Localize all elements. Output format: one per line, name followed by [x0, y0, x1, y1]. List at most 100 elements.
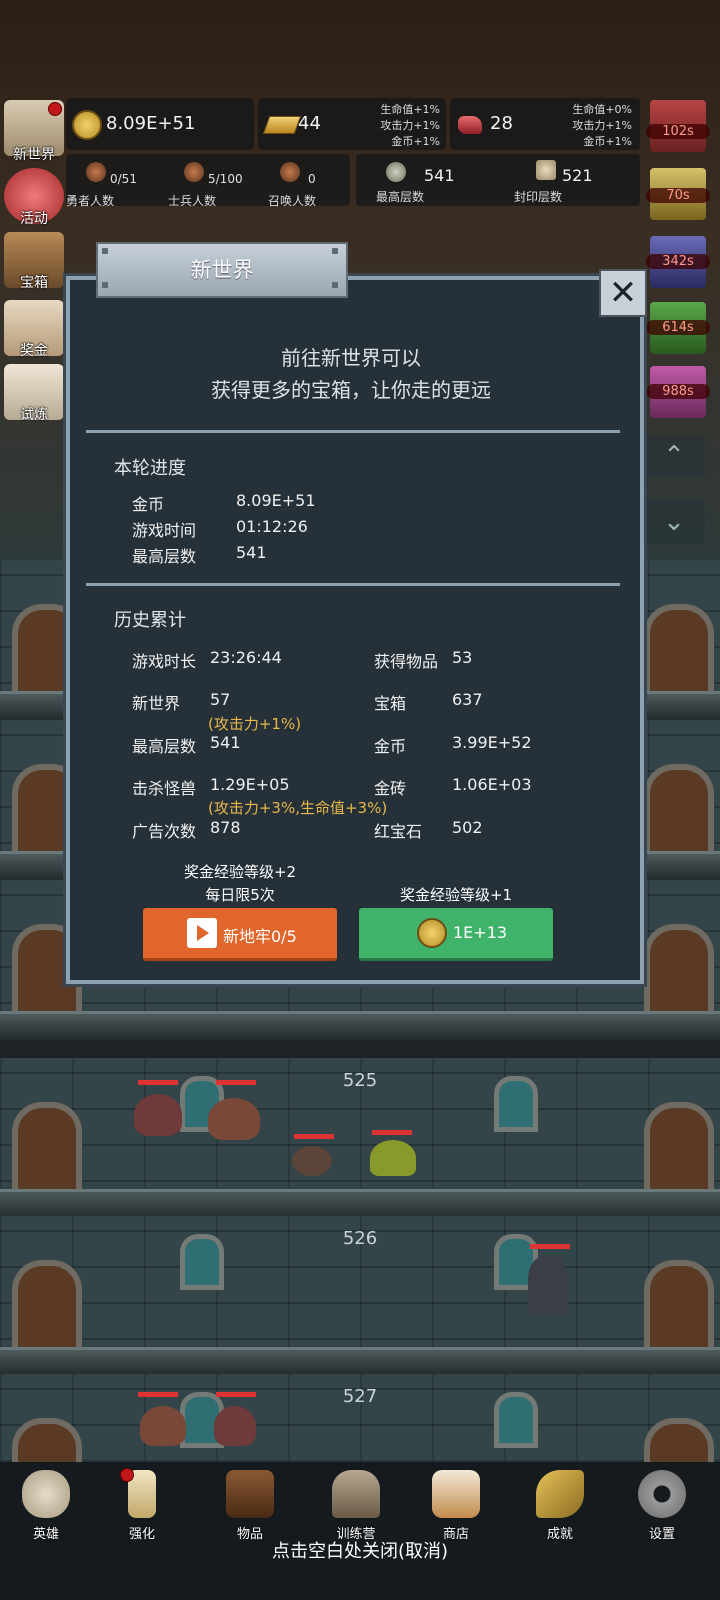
scroll-icon: [536, 160, 556, 180]
tap-to-close-hint[interactable]: 点击空白处关闭(取消): [0, 1537, 720, 1563]
floor-stats-panel: 541 最高层数 521 封印层数: [356, 154, 640, 206]
gold-panel: 8.09E+51: [66, 98, 254, 150]
spider-enemy[interactable]: [292, 1146, 332, 1176]
nav-training[interactable]: 训练营: [314, 1466, 394, 1542]
buff-timer: 614s: [646, 320, 710, 335]
history-ruby-value: 502: [452, 818, 483, 837]
max-floor-value: 541: [424, 166, 455, 185]
current-gold-value: 8.09E+51: [236, 491, 316, 510]
newworld-value: 57: [210, 690, 231, 709]
close-icon: ✕: [608, 273, 638, 313]
summon-count: 0: [308, 172, 316, 186]
nav-settings[interactable]: 设置: [620, 1466, 700, 1542]
video-play-icon: [187, 918, 217, 948]
notification-dot: [120, 1468, 134, 1482]
watch-video-new-dungeon-button[interactable]: 新地牢0/5: [143, 908, 337, 961]
chest-value: 637: [452, 690, 483, 709]
ledge: [0, 1189, 720, 1218]
summon-icon: [280, 162, 300, 182]
sealed-floor-label: 封印层数: [514, 190, 563, 204]
window: [494, 1076, 538, 1132]
ruby-value: 28: [490, 113, 513, 134]
rivet: [332, 248, 338, 254]
dialog-title: 新世界: [96, 242, 348, 298]
door: [644, 764, 714, 854]
maxfloor-label: 最高层数: [132, 737, 197, 756]
heroes-label: 勇者人数: [66, 194, 115, 208]
nav-achievements[interactable]: 成就: [518, 1466, 598, 1542]
ruby-icon: [458, 116, 482, 134]
video-button-label: 新地牢0/5: [223, 927, 297, 946]
bat-enemy[interactable]: [214, 1406, 256, 1446]
bat-enemy[interactable]: [208, 1098, 260, 1140]
floor-number: 525: [342, 1070, 378, 1091]
ads-value: 878: [210, 818, 241, 837]
ruby-bonus: 生命值+0% 攻击力+1% 金币+1%: [546, 102, 632, 150]
key-icon: [536, 1470, 584, 1518]
notification-dot: [48, 102, 62, 116]
enemy-hp-bar: [138, 1392, 178, 1397]
buff-timer: 342s: [646, 254, 710, 269]
bat-enemy[interactable]: [140, 1406, 186, 1446]
daily-limit-text: 每日限5次: [205, 886, 275, 904]
video-bonus-text: 奖金经验等级+2: [183, 863, 297, 881]
kills-note: (攻击力+3%,生命值+3%): [208, 799, 388, 817]
door: [12, 1102, 82, 1192]
door: [644, 1102, 714, 1192]
soldiers-label: 士兵人数: [168, 194, 217, 208]
left-menu-label: 宝箱: [20, 275, 48, 291]
enemy-hp-bar: [138, 1080, 178, 1085]
max-floor-label: 最高层数: [376, 190, 425, 204]
current-floor-value: 541: [236, 543, 267, 562]
bonus-line: 攻击力+1%: [572, 119, 632, 132]
door: [644, 924, 714, 1014]
coin-new-world-button[interactable]: 1E+13: [359, 908, 553, 961]
nav-heroes[interactable]: 英雄: [4, 1466, 84, 1542]
left-menu-label: 新世界: [13, 147, 55, 163]
book-icon: [226, 1470, 274, 1518]
history-gold-value: 3.99E+52: [452, 733, 532, 752]
lantern-icon: [332, 1470, 380, 1518]
items-value: 53: [452, 648, 473, 667]
scroll-up-button[interactable]: ⌃: [643, 434, 705, 478]
left-menu-label: 试炼: [20, 407, 48, 423]
playtime-value: 23:26:44: [210, 648, 282, 667]
slime-enemy[interactable]: [370, 1140, 416, 1176]
newworld-label: 新世界: [132, 694, 181, 713]
scroll-down-button[interactable]: ⌄: [643, 500, 705, 544]
mug-icon: [432, 1470, 480, 1518]
chest-label: 宝箱: [374, 694, 407, 713]
gold-bar-panel: 44 生命值+1% 攻击力+1% 金币+1%: [258, 98, 446, 150]
gold-coin-icon: [72, 110, 102, 140]
divider: [86, 583, 620, 586]
nav-upgrade[interactable]: 强化: [100, 1466, 180, 1542]
dialog-desc-line1: 前往新世界可以: [281, 346, 421, 370]
ledge: [0, 1347, 720, 1376]
bonus-line: 生命值+1%: [380, 103, 440, 116]
door: [644, 1260, 714, 1350]
door: [12, 1260, 82, 1350]
goldbar-label: 金砖: [374, 779, 407, 798]
gold-bar-bonus: 生命值+1% 攻击力+1% 金币+1%: [354, 102, 440, 150]
current-time-label: 游戏时间: [132, 521, 197, 540]
enemy-hp-bar: [530, 1244, 570, 1249]
stone-icon: [386, 162, 406, 182]
ghost-enemy[interactable]: [528, 1256, 568, 1314]
divider: [86, 430, 620, 433]
close-button[interactable]: ✕: [599, 269, 647, 317]
rivet: [102, 248, 108, 254]
enemy-hp-bar: [294, 1134, 334, 1139]
gold-value: 8.09E+51: [106, 113, 196, 134]
floor-number: 526: [342, 1228, 378, 1249]
nav-items[interactable]: 物品: [208, 1466, 288, 1542]
bat-enemy[interactable]: [134, 1094, 182, 1136]
gear-icon: [638, 1470, 686, 1518]
heroes-count: 0/51: [110, 172, 137, 186]
goldbar-value: 1.06E+03: [452, 775, 532, 794]
nav-shop[interactable]: 商店: [414, 1466, 494, 1542]
ledge: [0, 1011, 720, 1040]
enemy-hp-bar: [372, 1130, 412, 1135]
floor-525: 525: [0, 1058, 720, 1218]
soldiers-count: 5/100: [208, 172, 243, 186]
items-label: 获得物品: [374, 652, 439, 671]
